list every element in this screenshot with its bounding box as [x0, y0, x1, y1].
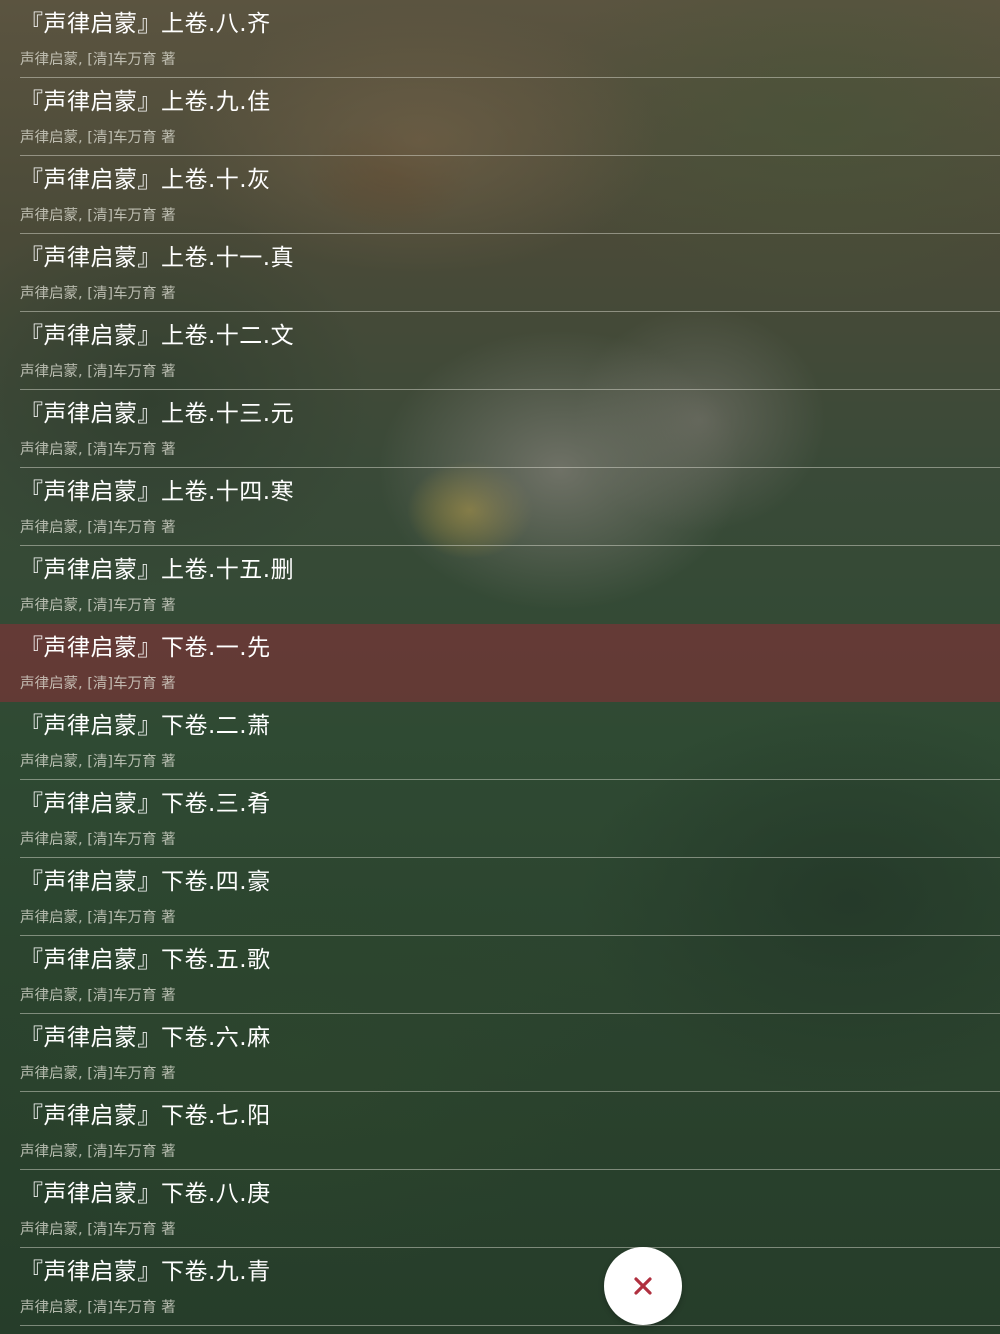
item-title: 『声律启蒙』下卷.五.歌 [20, 947, 271, 973]
item-title: 『声律启蒙』下卷.七.阳 [20, 1103, 271, 1129]
item-subtitle: 声律启蒙, [清]车万育 著 [20, 1222, 176, 1238]
item-title: 『声律启蒙』下卷.九.青 [20, 1259, 271, 1285]
item-title: 『声律启蒙』下卷.三.肴 [20, 791, 271, 817]
item-title: 『声律启蒙』上卷.十四.寒 [20, 479, 295, 505]
close-button[interactable] [604, 1247, 682, 1325]
list-item-selected[interactable]: 『声律启蒙』下卷.一.先声律启蒙, [清]车万育 著 [0, 624, 1000, 702]
list-item[interactable]: 『声律启蒙』上卷.十一.真声律启蒙, [清]车万育 著 [0, 234, 1000, 312]
item-subtitle: 声律启蒙, [清]车万育 著 [20, 910, 176, 926]
list-item[interactable]: 『声律启蒙』下卷.三.肴声律启蒙, [清]车万育 著 [0, 780, 1000, 858]
item-subtitle: 声律启蒙, [清]车万育 著 [20, 1144, 176, 1160]
item-title: 『声律启蒙』上卷.八.齐 [20, 11, 271, 37]
list-item[interactable]: 『声律启蒙』下卷.八.庚声律启蒙, [清]车万育 著 [0, 1170, 1000, 1248]
item-subtitle: 声律启蒙, [清]车万育 著 [20, 520, 176, 536]
item-subtitle: 声律启蒙, [清]车万育 著 [20, 442, 176, 458]
item-title: 『声律启蒙』上卷.十二.文 [20, 323, 295, 349]
list-item[interactable]: 『声律启蒙』上卷.十.灰声律启蒙, [清]车万育 著 [0, 156, 1000, 234]
item-title: 『声律启蒙』上卷.九.佳 [20, 89, 271, 115]
item-title: 『声律启蒙』上卷.十.灰 [20, 167, 271, 193]
item-title: 『声律启蒙』下卷.二.萧 [20, 713, 271, 739]
list-item[interactable]: 『声律启蒙』下卷.二.萧声律启蒙, [清]车万育 著 [0, 702, 1000, 780]
item-subtitle: 声律启蒙, [清]车万育 著 [20, 988, 176, 1004]
list-item[interactable]: 『声律启蒙』上卷.九.佳声律启蒙, [清]车万育 著 [0, 78, 1000, 156]
list-item[interactable]: 『声律启蒙』上卷.八.齐声律启蒙, [清]车万育 著 [0, 0, 1000, 78]
item-title: 『声律启蒙』下卷.一.先 [20, 635, 271, 661]
list-item[interactable]: 『声律启蒙』上卷.十五.删声律启蒙, [清]车万育 著 [0, 546, 1000, 624]
item-title: 『声律启蒙』下卷.六.麻 [20, 1025, 271, 1051]
item-subtitle: 声律启蒙, [清]车万育 著 [20, 52, 176, 68]
playlist: 『声律启蒙』上卷.八.齐 声律启蒙, [清]车万育 著『声律启蒙』上卷.九.佳 声律… [0, 0, 1000, 1326]
list-item[interactable]: 『声律启蒙』上卷.十二.文声律启蒙, [清]车万育 著 [0, 312, 1000, 390]
close-icon [634, 1277, 652, 1295]
item-subtitle: 声律启蒙, [清]车万育 著 [20, 598, 176, 614]
item-subtitle: 声律启蒙, [清]车万育 著 [20, 286, 176, 302]
item-subtitle: 声律启蒙, [清]车万育 著 [20, 130, 176, 146]
item-subtitle: 声律启蒙, [清]车万育 著 [20, 208, 176, 224]
item-title: 『声律启蒙』上卷.十五.删 [20, 557, 295, 583]
item-subtitle: 声律启蒙, [清]车万育 著 [20, 754, 176, 770]
list-item[interactable]: 『声律启蒙』下卷.五.歌声律启蒙, [清]车万育 著 [0, 936, 1000, 1014]
list-item[interactable]: 『声律启蒙』下卷.七.阳声律启蒙, [清]车万育 著 [0, 1092, 1000, 1170]
item-title: 『声律启蒙』上卷.十三.元 [20, 401, 295, 427]
list-item[interactable]: 『声律启蒙』上卷.十三.元声律启蒙, [清]车万育 著 [0, 390, 1000, 468]
item-title: 『声律启蒙』下卷.八.庚 [20, 1181, 271, 1207]
item-subtitle: 声律启蒙, [清]车万育 著 [20, 364, 176, 380]
row-divider [20, 1325, 1000, 1326]
item-subtitle: 声律启蒙, [清]车万育 著 [20, 676, 176, 692]
list-item[interactable]: 『声律启蒙』下卷.九.青声律启蒙, [清]车万育 著 [0, 1248, 1000, 1326]
item-subtitle: 声律启蒙, [清]车万育 著 [20, 1300, 176, 1316]
item-subtitle: 声律启蒙, [清]车万育 著 [20, 1066, 176, 1082]
list-item[interactable]: 『声律启蒙』下卷.四.豪声律启蒙, [清]车万育 著 [0, 858, 1000, 936]
item-title: 『声律启蒙』上卷.十一.真 [20, 245, 295, 271]
item-subtitle: 声律启蒙, [清]车万育 著 [20, 832, 176, 848]
list-item[interactable]: 『声律启蒙』下卷.六.麻声律启蒙, [清]车万育 著 [0, 1014, 1000, 1092]
item-title: 『声律启蒙』下卷.四.豪 [20, 869, 271, 895]
list-item[interactable]: 『声律启蒙』上卷.十四.寒声律启蒙, [清]车万育 著 [0, 468, 1000, 546]
